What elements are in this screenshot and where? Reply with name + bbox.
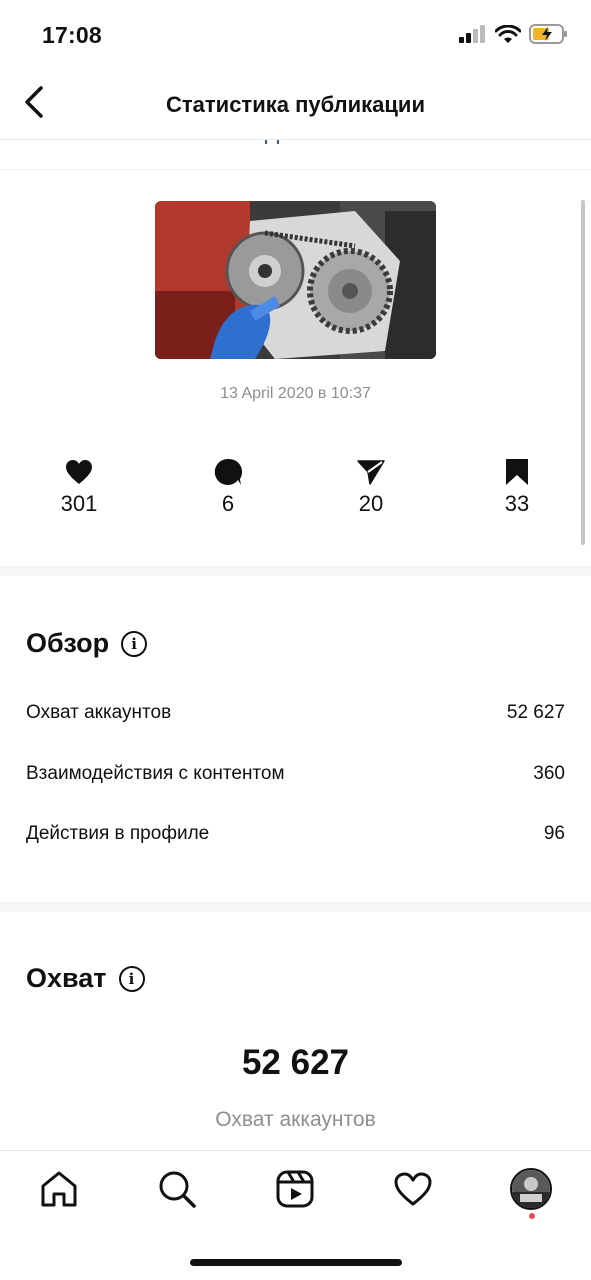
- row-label: Взаимодействия с контентом: [26, 763, 285, 784]
- overview-row-interactions: Взаимодействия с контентом 360: [26, 763, 565, 785]
- home-icon: [41, 1171, 77, 1207]
- comment-icon: [214, 455, 242, 489]
- section-divider: [0, 902, 591, 912]
- post-thumbnail[interactable]: [155, 201, 436, 359]
- search-icon: [159, 1171, 196, 1208]
- reach-title: Охват i: [26, 963, 145, 994]
- row-value: 96: [543, 823, 565, 844]
- notification-dot: [529, 1213, 535, 1219]
- overview-row-reach: Охват аккаунтов 52 627: [26, 702, 565, 724]
- activity-heart-icon: [394, 1172, 432, 1206]
- likes-count: 301: [60, 491, 98, 516]
- wifi-icon: [494, 24, 522, 49]
- profile-avatar: [510, 1168, 552, 1210]
- shares-count: 20: [358, 491, 384, 516]
- info-icon[interactable]: i: [118, 965, 145, 992]
- section-divider: [0, 566, 591, 576]
- tab-search[interactable]: [155, 1167, 199, 1211]
- previous-content-strip: [0, 140, 591, 170]
- saves-metric: 33: [467, 455, 567, 517]
- engagement-metrics: 301 6 20 33: [0, 455, 591, 525]
- nav-bar: Статистика публикации: [0, 70, 591, 140]
- shares-metric: 20: [321, 455, 421, 517]
- status-time: 17:08: [42, 22, 102, 48]
- tab-bar: [0, 1150, 591, 1230]
- signal-icon: [459, 25, 487, 48]
- info-icon[interactable]: i: [121, 630, 148, 657]
- reach-label: Охват аккаунтов: [215, 1108, 376, 1131]
- tab-reels[interactable]: [273, 1167, 317, 1211]
- tab-activity[interactable]: [391, 1167, 435, 1211]
- reels-icon: [276, 1170, 314, 1208]
- comments-metric: 6: [178, 455, 278, 517]
- scrollbar[interactable]: [581, 200, 585, 545]
- row-label: Действия в профиле: [26, 823, 210, 844]
- engine-timing-chain-photo: [155, 201, 436, 359]
- row-value: 52 627: [506, 702, 565, 723]
- cut-off-text-fragment: [265, 140, 279, 144]
- heart-icon: [65, 455, 93, 489]
- bookmark-icon: [505, 455, 529, 489]
- likes-metric: 301: [29, 455, 129, 517]
- overview-heading: Обзор: [26, 628, 110, 658]
- share-icon: [357, 455, 385, 489]
- post-date: 13 April 2020 в 10:37: [220, 385, 371, 402]
- overview-title: Обзор i: [26, 628, 148, 659]
- status-icons: [459, 24, 569, 49]
- row-value: 360: [533, 763, 565, 784]
- status-bar: 17:08: [0, 0, 591, 70]
- reach-heading: Охват: [26, 963, 107, 993]
- page-title: Статистика публикации: [166, 92, 425, 117]
- saves-count: 33: [504, 491, 530, 516]
- reach-value: 52 627: [241, 1043, 350, 1082]
- tab-home[interactable]: [37, 1167, 81, 1211]
- overview-row-profile-actions: Действия в профиле 96: [26, 823, 565, 845]
- tab-profile[interactable]: [509, 1167, 553, 1211]
- home-indicator[interactable]: [190, 1259, 402, 1266]
- battery-charging-icon: [529, 24, 569, 49]
- comments-count: 6: [221, 491, 235, 516]
- row-label: Охват аккаунтов: [26, 702, 172, 723]
